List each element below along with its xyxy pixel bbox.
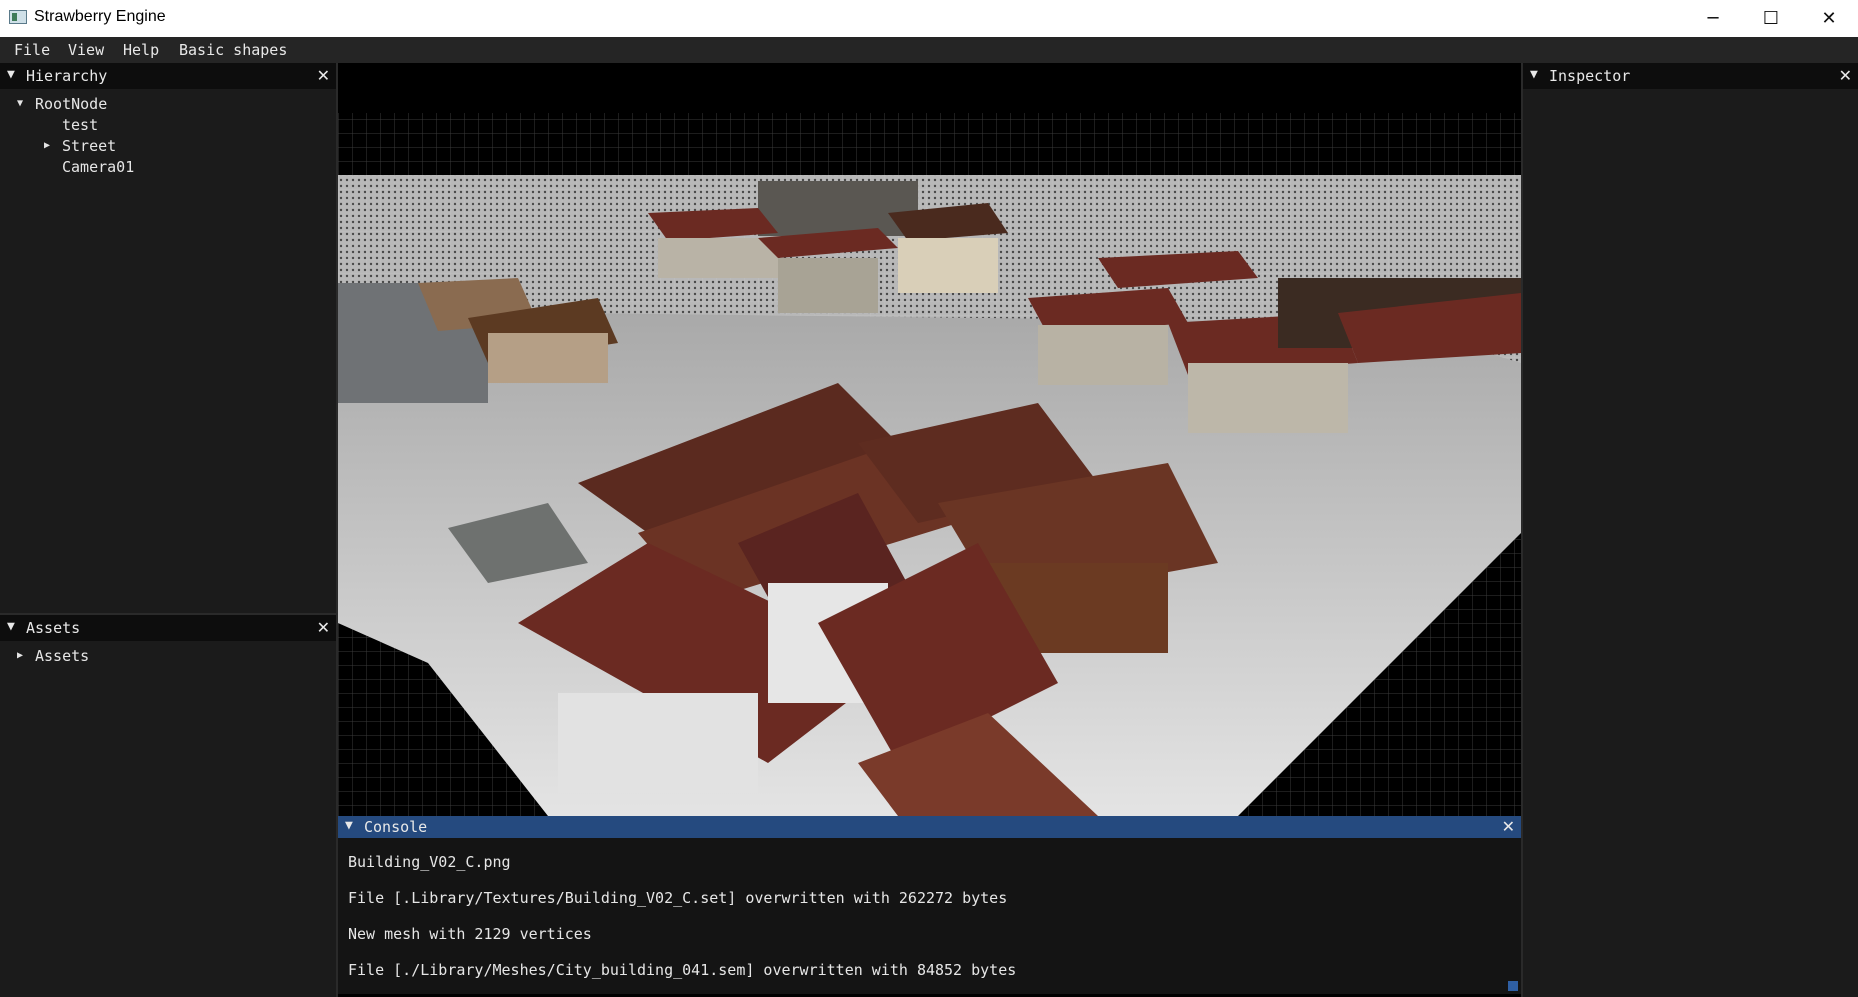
log-line: File [.Library/Textures/Building_V02_C.s… — [348, 889, 1008, 907]
minimize-button[interactable]: ─ — [1684, 0, 1742, 37]
hierarchy-panel: ▼ Hierarchy ✕ ▼ RootNode test ▶ Street C… — [0, 63, 338, 613]
hierarchy-header[interactable]: ▼ Hierarchy ✕ — [0, 63, 336, 89]
console-panel: ▼ Console ✕ Building_V02_C.png File [.Li… — [338, 816, 1521, 994]
assets-panel: ▼ Assets ✕ ▶ Assets — [0, 613, 338, 997]
log-line: New mesh with 2129 vertices — [348, 925, 592, 943]
menu-bar: File View Help Basic shapes — [0, 37, 1858, 63]
inspector-close-button[interactable]: ✕ — [1839, 66, 1852, 85]
resize-grip-icon[interactable] — [1508, 981, 1518, 991]
inspector-panel: ▼ Inspector ✕ — [1521, 63, 1858, 997]
tree-node-label: test — [62, 116, 99, 134]
expanded-arrow-icon[interactable]: ▼ — [17, 98, 23, 109]
assets-header[interactable]: ▼ Assets ✕ — [0, 615, 336, 641]
log-line: File [./Library/Meshes/City_building_041… — [348, 961, 1017, 979]
collapsed-arrow-icon[interactable]: ▶ — [17, 650, 23, 661]
menu-help[interactable]: Help — [123, 41, 159, 59]
tree-node-label: Street — [62, 137, 117, 155]
console-title: Console — [364, 818, 428, 836]
menu-basic-shapes[interactable]: Basic shapes — [179, 41, 287, 59]
tree-node-test[interactable]: test — [62, 116, 98, 134]
maximize-button[interactable]: ☐ — [1742, 0, 1800, 37]
inspector-header[interactable]: ▼ Inspector ✕ — [1523, 63, 1858, 89]
scene-viewport[interactable] — [338, 63, 1521, 816]
close-window-button[interactable]: ✕ — [1800, 0, 1858, 37]
assets-title: Assets — [26, 619, 81, 637]
window-titlebar: Strawberry Engine ─ ☐ ✕ — [0, 0, 1858, 37]
scene-render — [338, 113, 1521, 816]
console-header[interactable]: ▼ Console ✕ — [338, 816, 1521, 838]
log-line: Building_V02_C.png — [348, 853, 511, 871]
tree-node-label: RootNode — [35, 95, 108, 113]
hierarchy-close-button[interactable]: ✕ — [317, 66, 330, 85]
console-close-button[interactable]: ✕ — [1502, 817, 1515, 836]
tree-node-label: Assets — [35, 647, 90, 665]
collapsed-arrow-icon[interactable]: ▶ — [44, 140, 50, 151]
window-title: Strawberry Engine — [34, 8, 166, 25]
hierarchy-title: Hierarchy — [26, 67, 108, 85]
tree-node-label: Camera01 — [62, 158, 135, 176]
collapse-icon[interactable]: ▼ — [1530, 67, 1538, 82]
inspector-title: Inspector — [1549, 67, 1631, 85]
menu-file[interactable]: File — [14, 41, 50, 59]
collapse-icon[interactable]: ▼ — [7, 619, 15, 634]
menu-view[interactable]: View — [68, 41, 104, 59]
app-icon — [9, 10, 27, 24]
assets-close-button[interactable]: ✕ — [317, 618, 330, 637]
collapse-icon[interactable]: ▼ — [345, 818, 353, 833]
tree-node-camera01[interactable]: Camera01 — [62, 158, 134, 176]
collapse-icon[interactable]: ▼ — [7, 67, 15, 82]
